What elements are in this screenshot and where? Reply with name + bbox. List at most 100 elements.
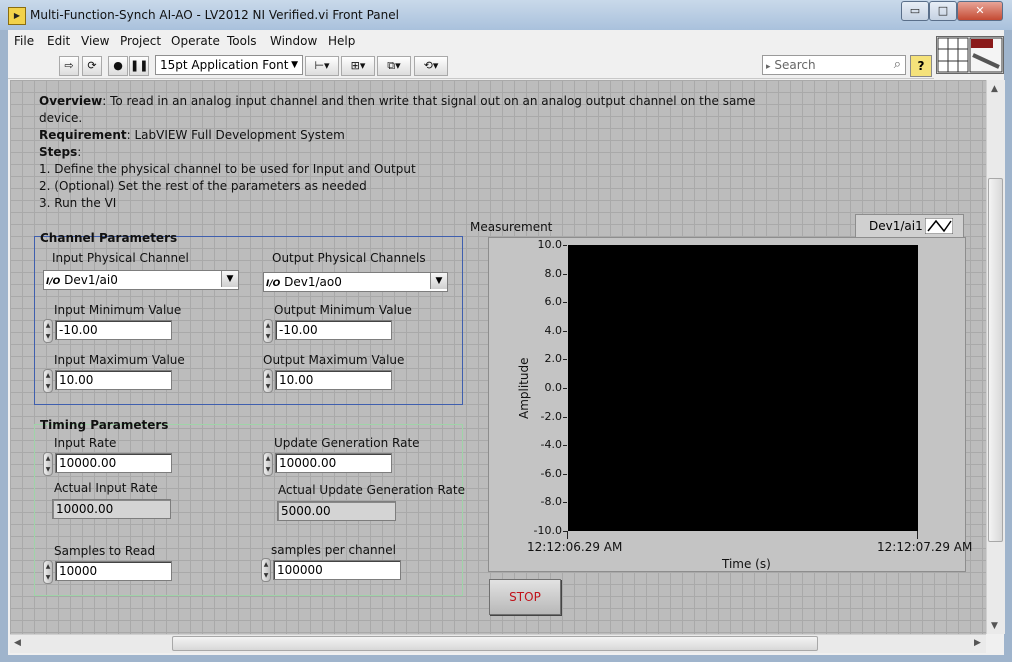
scroll-right-arrow-icon[interactable]: ▶ xyxy=(974,638,981,648)
plot-area[interactable] xyxy=(568,245,918,531)
x-tick-label-end: 12:12:07.29 AM xyxy=(877,540,973,554)
menu-window[interactable]: Window xyxy=(270,34,317,48)
output-maximum-value-label: Output Maximum Value xyxy=(263,353,405,367)
menu-project[interactable]: Project xyxy=(120,34,161,48)
y-axis-label: Amplitude xyxy=(517,357,531,420)
output-minimum-value-field[interactable]: -10.00 xyxy=(275,320,392,340)
actual-update-generation-rate-indicator: 5000.00 xyxy=(277,501,396,521)
requirement-text: Requirement: LabVIEW Full Development Sy… xyxy=(39,128,345,142)
input-rate-spinner[interactable]: ▲ ▼ xyxy=(43,452,53,476)
y-tick-mark xyxy=(563,416,567,418)
update-generation-rate-label: Update Generation Rate xyxy=(274,436,420,450)
io-channel-icon: I/O xyxy=(266,279,281,289)
font-select-value: 15pt Application Font xyxy=(160,58,289,72)
y-tick-mark xyxy=(563,502,567,504)
chevron-down-icon: ▼ xyxy=(291,60,298,70)
requirement-body: : LabVIEW Full Development System xyxy=(126,128,345,142)
plot-legend[interactable]: Dev1/ai1 xyxy=(855,214,964,238)
input-rate-field[interactable]: 10000.00 xyxy=(55,453,172,473)
input-minimum-spinner[interactable]: ▲ ▼ xyxy=(43,319,53,343)
context-help-button[interactable]: ? xyxy=(910,55,932,77)
maximize-button[interactable]: □ xyxy=(929,1,957,21)
output-minimum-spinner[interactable]: ▲ ▼ xyxy=(263,319,273,343)
menu-operate[interactable]: Operate xyxy=(171,34,220,48)
y-tick-mark xyxy=(563,359,567,361)
steps-heading: Steps: xyxy=(39,145,81,159)
scroll-down-arrow-icon[interactable]: ▼ xyxy=(991,621,998,631)
x-tick-end xyxy=(917,531,918,539)
menu-file[interactable]: File xyxy=(14,34,34,48)
input-physical-channel-value: Dev1/ai0 xyxy=(64,273,118,287)
update-generation-rate-spinner[interactable]: ▲ ▼ xyxy=(263,452,273,476)
labview-vi-icon: ▶ xyxy=(8,7,26,25)
distribute-objects-icon[interactable]: ⊞▾ xyxy=(341,56,375,76)
overview-label: Overview xyxy=(39,94,103,108)
menu-help[interactable]: Help xyxy=(328,34,355,48)
scroll-left-arrow-icon[interactable]: ◀ xyxy=(14,638,21,648)
vertical-scroll-thumb[interactable] xyxy=(988,178,1003,542)
resize-objects-icon[interactable]: ⧉▾ xyxy=(377,56,411,76)
search-input[interactable]: Search xyxy=(774,58,815,72)
window-title: Multi-Function-Synch AI-AO - LV2012 NI V… xyxy=(30,8,399,22)
horizontal-scroll-thumb[interactable] xyxy=(172,636,818,651)
y-tick-label: -4.0 xyxy=(540,438,562,452)
plot-line-style-icon[interactable] xyxy=(925,218,953,234)
search-icon[interactable]: ⌕ xyxy=(894,56,901,74)
samples-per-channel-spinner[interactable]: ▲ ▼ xyxy=(261,558,271,582)
chevron-down-icon[interactable]: ▼ xyxy=(430,273,447,289)
plot-legend-name: Dev1/ai1 xyxy=(869,219,923,233)
menu-tools[interactable]: Tools xyxy=(227,34,257,48)
output-physical-channels-value: Dev1/ao0 xyxy=(284,275,342,289)
step-3: 3. Run the VI xyxy=(39,196,117,210)
output-maximum-spinner[interactable]: ▲ ▼ xyxy=(263,369,273,393)
input-maximum-value-field[interactable]: 10.00 xyxy=(55,370,172,390)
search-box[interactable]: ▸ Search ⌕ xyxy=(762,55,906,75)
input-rate-label: Input Rate xyxy=(54,436,117,450)
x-axis-label: Time (s) xyxy=(722,557,771,571)
chevron-down-icon[interactable]: ▼ xyxy=(221,271,238,287)
overview-text-line-2: device. xyxy=(39,111,83,125)
y-tick-mark xyxy=(563,330,567,332)
y-tick-label: 8.0 xyxy=(544,266,563,280)
input-maximum-value-label: Input Maximum Value xyxy=(54,353,185,367)
update-generation-rate-field[interactable]: 10000.00 xyxy=(275,453,392,473)
requirement-label: Requirement xyxy=(39,128,127,142)
scroll-up-arrow-icon[interactable]: ▲ xyxy=(991,84,998,94)
y-tick-label: 0.0 xyxy=(544,381,563,394)
overview-text: Overview: To read in an analog input cha… xyxy=(39,94,755,108)
reorder-icon[interactable]: ⟲▾ xyxy=(414,56,448,76)
y-tick-mark xyxy=(563,273,567,275)
close-button[interactable]: ✕ xyxy=(957,1,1003,21)
io-channel-icon: I/O xyxy=(46,277,61,287)
input-minimum-value-field[interactable]: -10.00 xyxy=(55,320,172,340)
pause-icon[interactable]: ❚❚ xyxy=(129,56,149,76)
run-arrow-icon[interactable]: ⇨ xyxy=(59,56,79,76)
align-objects-icon[interactable]: ⊢▾ xyxy=(305,56,339,76)
y-tick-label: -10.0 xyxy=(533,524,562,537)
samples-to-read-spinner[interactable]: ▲ ▼ xyxy=(43,560,53,584)
samples-to-read-label: Samples to Read xyxy=(54,544,156,558)
stop-button[interactable]: STOP xyxy=(489,579,561,615)
overview-body: : To read in an analog input channel and… xyxy=(102,94,756,108)
input-physical-channel-combo[interactable]: I/O Dev1/ai0 ▼ xyxy=(43,270,239,290)
minimize-button[interactable]: ▭ xyxy=(901,1,929,21)
step-2: 2. (Optional) Set the rest of the parame… xyxy=(39,179,367,193)
samples-to-read-field[interactable]: 10000 xyxy=(55,561,172,581)
output-physical-channels-combo[interactable]: I/O Dev1/ao0 ▼ xyxy=(263,272,448,292)
menu-edit[interactable]: Edit xyxy=(47,34,70,48)
actual-input-rate-label: Actual Input Rate xyxy=(54,481,158,495)
y-tick-mark xyxy=(563,302,567,304)
x-tick-start xyxy=(567,531,568,539)
samples-per-channel-label: samples per channel xyxy=(271,543,396,557)
menu-view[interactable]: View xyxy=(81,34,109,48)
input-physical-channel-label: Input Physical Channel xyxy=(52,251,189,265)
samples-per-channel-field[interactable]: 100000 xyxy=(273,560,401,580)
input-maximum-spinner[interactable]: ▲ ▼ xyxy=(43,369,53,393)
font-select[interactable]: 15pt Application Font ▼ xyxy=(155,55,303,75)
output-maximum-value-field[interactable]: 10.00 xyxy=(275,370,392,390)
steps-colon: : xyxy=(77,145,82,159)
output-physical-channels-label: Output Physical Channels xyxy=(272,251,426,265)
y-tick-label: -8.0 xyxy=(540,495,562,509)
abort-icon[interactable]: ● xyxy=(108,56,128,76)
run-continuously-icon[interactable]: ⟳ xyxy=(82,56,102,76)
